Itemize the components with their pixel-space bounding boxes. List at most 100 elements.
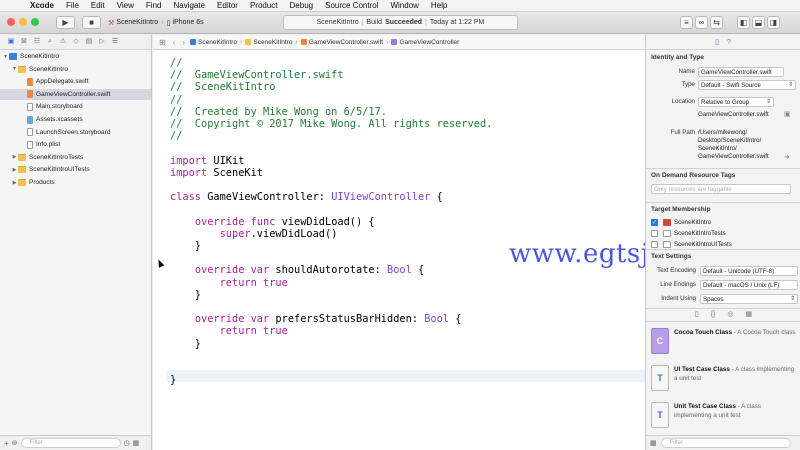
scheme-selector[interactable]: ⚒ SceneKitIntro › ▯ iPhone 6s — [105, 16, 207, 29]
code-token: } — [170, 288, 201, 301]
file-tree-item[interactable]: Main.storyboard — [0, 101, 151, 112]
debug-icon[interactable]: ▤ — [84, 37, 94, 47]
file-tree-item[interactable]: ▶ SceneKitIntroTests — [0, 152, 151, 163]
disclosure-triangle-icon[interactable]: ▼ — [2, 54, 9, 60]
file-tree-item[interactable]: Assets.xcassets — [0, 114, 151, 125]
file-tree-item[interactable]: Info.plist — [0, 139, 151, 150]
type-popup[interactable]: Default - Swift Source ⇕ — [698, 80, 796, 90]
file-icon — [27, 140, 33, 149]
right-panel-icon: ◨ — [769, 18, 778, 27]
file-template-icon[interactable]: ▯ — [695, 310, 699, 318]
stop-button[interactable]: ■ — [82, 16, 101, 29]
forward-arrow-icon[interactable]: › — [180, 38, 187, 47]
menu-item-window[interactable]: Window — [384, 1, 424, 10]
menu-item-editor[interactable]: Editor — [211, 1, 244, 10]
activity-viewer: SceneKitIntro | Build Succeeded | Today … — [283, 15, 518, 30]
file-tree-item[interactable]: ▼ SceneKitIntro — [0, 64, 151, 75]
version-editor-button[interactable]: ⇆ — [710, 16, 723, 29]
location-popup[interactable]: Relative to Group ⇕ — [698, 97, 774, 107]
menu-item-view[interactable]: View — [111, 1, 140, 10]
menu-item-file[interactable]: File — [60, 1, 85, 10]
grid-view-icon[interactable]: ▦ — [650, 439, 657, 447]
breadcrumb-item[interactable]: GameViewController — [391, 39, 459, 46]
folder-icon — [245, 39, 252, 45]
minimize-window-button[interactable] — [19, 18, 27, 26]
code-line: // Copyright © 2017 Mike Wong. All right… — [170, 118, 492, 130]
quick-help-icon[interactable]: ? — [727, 39, 731, 46]
source-editor[interactable]: ⊞ ‹ › SceneKitIntro › SceneKitIntro › GameVi… — [153, 35, 714, 450]
template-item[interactable]: T UI Test Case Class - A class implementi… — [651, 365, 797, 401]
file-tree-item[interactable]: ▶ Products — [0, 177, 151, 188]
file-tree-item[interactable]: GameViewController.swift — [0, 88, 151, 100]
assistant-editor-button[interactable]: ∞ — [695, 16, 708, 29]
name-field[interactable]: GameViewController.swift — [698, 67, 784, 77]
encoding-popup[interactable]: Default - Unicode (UTF-8) — [700, 266, 798, 276]
left-panel-icon: ◧ — [739, 18, 748, 27]
find-icon[interactable]: ⌕ — [45, 37, 55, 47]
app-target-icon — [663, 219, 671, 226]
breadcrumb-item[interactable]: SceneKitIntro — [190, 39, 237, 46]
issue-icon[interactable]: ⚠ — [58, 37, 68, 47]
line-endings-popup[interactable]: Default - macOS / Unix (LF) — [700, 280, 798, 290]
file-inspector: ▯ ? Identity and Type Name GameViewContr… — [645, 35, 800, 450]
file-tree-item[interactable]: AppDelegate.swift — [0, 76, 151, 87]
filter-options-icon[interactable]: ⊜ — [12, 439, 18, 447]
close-window-button[interactable] — [7, 18, 15, 26]
menu-item-product[interactable]: Product — [244, 1, 284, 10]
back-arrow-icon[interactable]: ‹ — [171, 38, 178, 47]
recent-files-icon[interactable]: ◷ — [124, 439, 130, 447]
assets-icon — [27, 115, 33, 124]
toggle-inspector-button[interactable]: ◨ — [767, 16, 780, 29]
disclosure-triangle-icon[interactable]: ▼ — [11, 66, 18, 72]
scheme-name: SceneKitIntro — [116, 19, 159, 26]
symbol-icon[interactable]: ☷ — [32, 37, 42, 47]
folder-browse-icon[interactable]: ▣ — [784, 110, 791, 118]
class-icon — [391, 39, 398, 45]
folder-icon[interactable]: ▣ — [6, 37, 16, 47]
file-tree-item[interactable]: LaunchScreen.storyboard — [0, 127, 151, 138]
target-checkbox[interactable]: ✓ — [651, 219, 658, 226]
disclosure-triangle-icon[interactable]: ▶ — [11, 154, 18, 160]
code-snippet-icon[interactable]: {} — [711, 311, 716, 318]
target-checkbox[interactable] — [651, 241, 658, 248]
breadcrumb-item[interactable]: SceneKitIntro — [245, 39, 292, 46]
menu-item-help[interactable]: Help — [425, 1, 453, 10]
indent-popup[interactable]: Spaces ⇕ — [700, 294, 798, 304]
disclosure-triangle-icon[interactable]: ▶ — [11, 167, 18, 173]
breakpoint-icon[interactable]: ▷ — [97, 37, 107, 47]
library-filter-input[interactable]: Filter — [660, 438, 791, 448]
menu-item-xcode[interactable]: Xcode — [24, 1, 60, 10]
report-icon[interactable]: ☰ — [110, 37, 120, 47]
menu-item-edit[interactable]: Edit — [85, 1, 111, 10]
object-library-icon[interactable]: ◎ — [727, 310, 733, 318]
add-icon[interactable]: + — [4, 439, 9, 448]
test-icon[interactable]: ◇ — [71, 37, 81, 47]
media-library-icon[interactable]: ▦ — [746, 310, 753, 318]
breadcrumb-item[interactable]: GameViewController.swift — [300, 39, 383, 46]
disclosure-triangle-icon[interactable]: ▶ — [11, 180, 18, 186]
toggle-debug-button[interactable]: ⬓ — [752, 16, 765, 29]
file-tree-item[interactable]: ▶ SceneKitIntroUITests — [0, 164, 151, 175]
tags-field[interactable]: Only resources are taggable — [651, 184, 791, 194]
type-label: Type — [681, 81, 695, 88]
reveal-arrow-icon[interactable]: ➜ — [784, 153, 790, 161]
menu-item-debug[interactable]: Debug — [284, 1, 320, 10]
menu-item-navigate[interactable]: Navigate — [167, 1, 211, 10]
menu-item-source-control[interactable]: Source Control — [319, 1, 384, 10]
popup-arrows-icon: ⇕ — [765, 99, 771, 105]
toggle-navigator-button[interactable]: ◧ — [737, 16, 750, 29]
target-checkbox[interactable] — [651, 230, 658, 237]
menu-item-find[interactable]: Find — [140, 1, 168, 10]
stop-icon: ■ — [89, 18, 94, 27]
file-tree-item[interactable]: ▼ SceneKitIntro — [0, 51, 151, 62]
template-item[interactable]: C Cocoa Touch Class - A Cocoa Touch class — [651, 328, 797, 364]
zoom-window-button[interactable] — [31, 18, 39, 26]
source-control-icon[interactable]: ⊠ — [19, 37, 29, 47]
run-button[interactable]: ▶ — [56, 16, 75, 29]
related-items-icon[interactable]: ⊞ — [157, 38, 168, 47]
source-control-filter-icon[interactable]: ▦ — [133, 439, 140, 447]
navigator-filter-input[interactable]: Filter — [20, 438, 121, 448]
file-inspector-icon[interactable]: ▯ — [715, 38, 719, 46]
standard-editor-button[interactable]: ≡ — [680, 16, 693, 29]
template-item[interactable]: T Unit Test Case Class - A class implemen… — [651, 402, 797, 438]
